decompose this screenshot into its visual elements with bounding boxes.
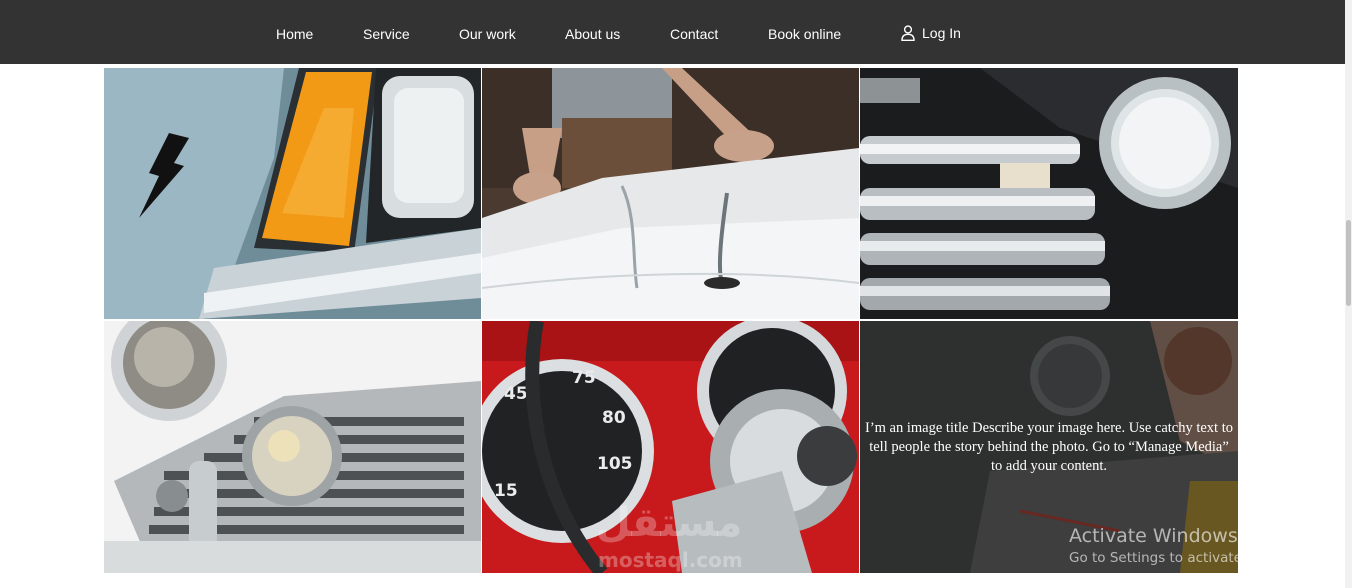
vertical-scrollbar[interactable] bbox=[1345, 0, 1352, 588]
gallery-item[interactable] bbox=[860, 68, 1238, 319]
white-car-grille-photo bbox=[104, 321, 481, 573]
nav-contact[interactable]: Contact bbox=[670, 25, 718, 43]
svg-text:15: 15 bbox=[494, 481, 518, 501]
nav-book-online[interactable]: Book online bbox=[768, 25, 841, 43]
activate-windows-title: Activate Windows bbox=[1069, 525, 1238, 547]
svg-text:105: 105 bbox=[597, 454, 633, 474]
image-caption: I’m an image title Describe your image h… bbox=[863, 419, 1235, 476]
nav-service[interactable]: Service bbox=[363, 25, 410, 43]
car-headlight-photo bbox=[104, 68, 481, 319]
nav-home[interactable]: Home bbox=[276, 25, 313, 43]
chrome-grille-photo bbox=[860, 68, 1238, 319]
image-title: I’m an image title bbox=[864, 420, 969, 436]
login-button[interactable]: Log In bbox=[901, 24, 961, 42]
mechanic-hands-photo bbox=[482, 68, 859, 319]
svg-text:45: 45 bbox=[504, 384, 528, 404]
site-watermark-latin: mostaql.com bbox=[598, 548, 743, 572]
top-navbar: Home Service Our work About us Contact B… bbox=[0, 0, 1345, 64]
site-watermark-arabic: مستقل bbox=[596, 500, 743, 546]
nav-about-us[interactable]: About us bbox=[565, 25, 620, 43]
scrollbar-thumb[interactable] bbox=[1346, 220, 1351, 306]
gallery-item[interactable] bbox=[104, 68, 481, 319]
login-label: Log In bbox=[922, 25, 961, 41]
svg-text:75: 75 bbox=[572, 368, 596, 388]
gallery-item[interactable] bbox=[482, 68, 859, 319]
user-icon bbox=[901, 25, 915, 41]
nav-our-work[interactable]: Our work bbox=[459, 25, 516, 43]
activate-windows-subtitle: Go to Settings to activate Windows. bbox=[1069, 550, 1311, 566]
gallery-item[interactable] bbox=[104, 321, 481, 573]
svg-text:80: 80 bbox=[602, 408, 626, 428]
